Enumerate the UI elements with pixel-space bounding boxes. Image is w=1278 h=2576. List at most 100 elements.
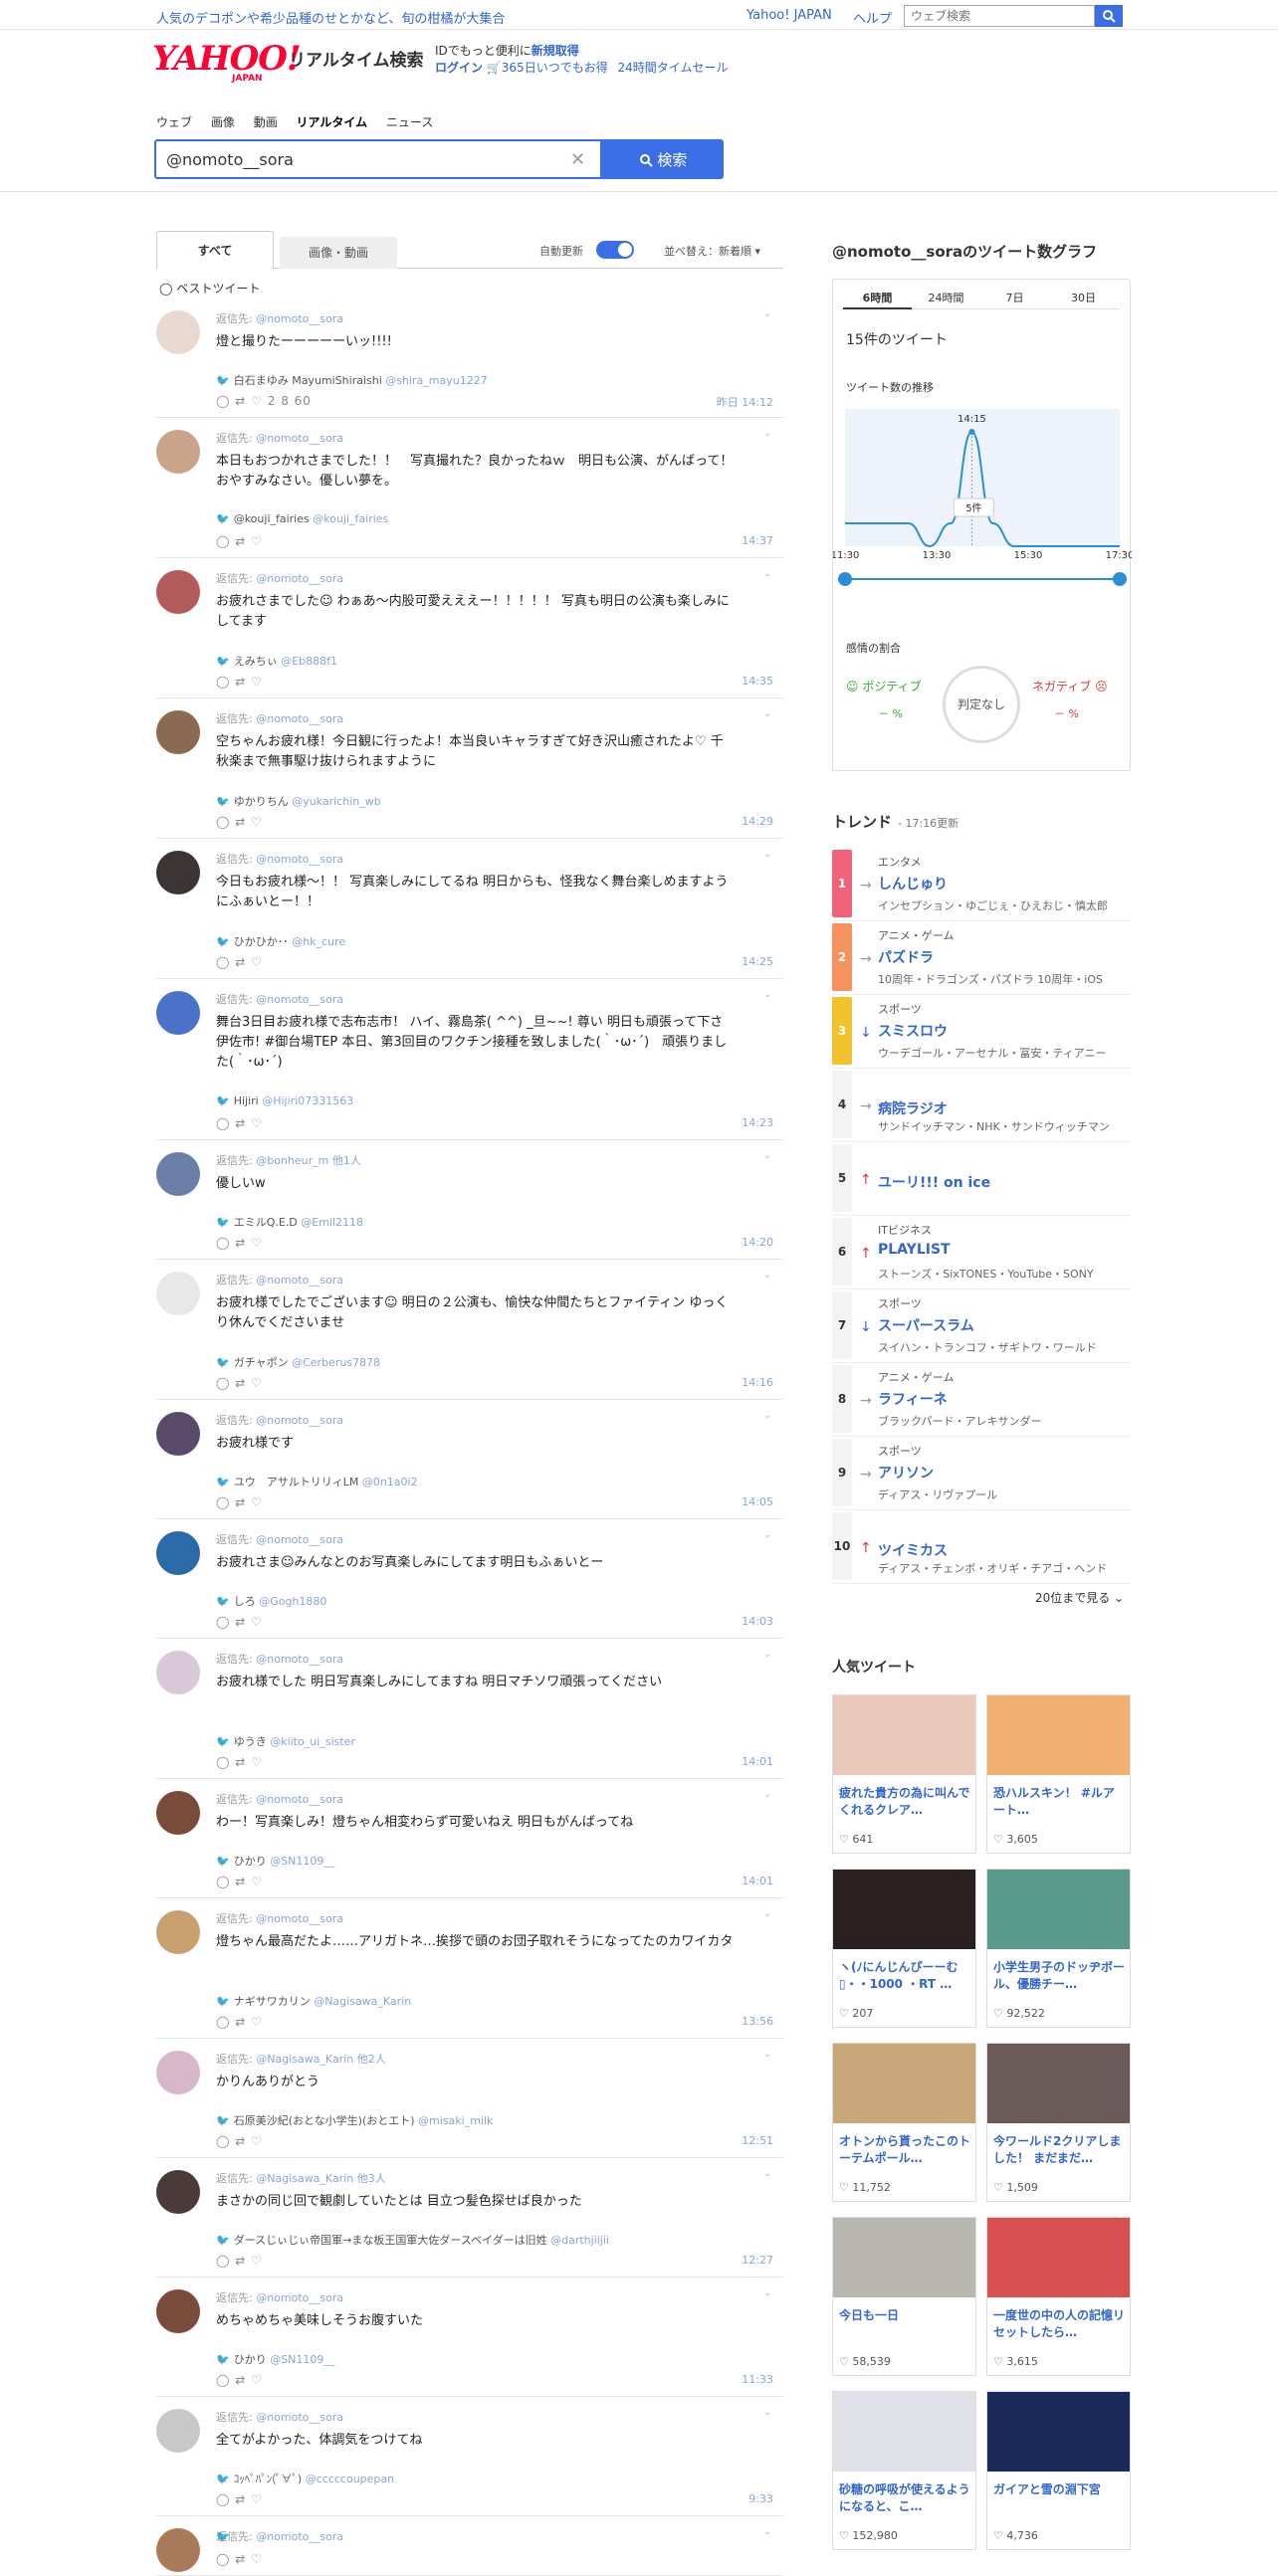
tweet-time[interactable]: 14:01 bbox=[742, 1875, 773, 1887]
nav-realtime[interactable]: リアルタイム bbox=[297, 115, 368, 129]
reply-target[interactable]: @nomoto__sora bbox=[256, 853, 343, 866]
popular-tweet-title[interactable]: 砂糖の呼吸が使えるようになると、こ… bbox=[839, 2481, 971, 2515]
tweet-author[interactable]: 🐦 石原美沙紀(おとな小学生)(おとエト) @misaki_milk bbox=[216, 2112, 493, 2128]
popular-tweet-card[interactable]: ヽ(ﾉにんじんぴーーむ ︎▯・・1000︎ ・RT … ♡ 207 bbox=[832, 1869, 976, 2028]
tweet-author[interactable]: 🐦 bbox=[216, 2530, 234, 2543]
tweet-item[interactable]: 返信先: @nomoto__sora ⌄ めちゃめちゃ美味しそうお腹すいた 🐦 ひ… bbox=[156, 2278, 783, 2397]
trend-word[interactable]: ツイミカス bbox=[878, 1540, 948, 1560]
popular-tweet-card[interactable]: オトンから貰ったこのトーテムポール… ♡ 11,752 bbox=[832, 2043, 976, 2202]
popular-tweet-card[interactable]: 今ワールド2クリアしました！ まだまだ… ♡ 1,509 bbox=[986, 2043, 1131, 2202]
tweet-author[interactable]: 🐦 ユウ アサルトリリィLM @0n1a0i2 bbox=[216, 1474, 418, 1489]
retweet-icon[interactable]: ⇄ bbox=[235, 1116, 246, 1130]
popular-tweet-title[interactable]: 小学生男子のドッヂボール、優勝チー… bbox=[993, 1959, 1126, 1993]
trend-word[interactable]: スーパースラム bbox=[878, 1315, 974, 1335]
realtime-search-input[interactable] bbox=[154, 139, 602, 179]
tweet-item[interactable]: 返信先: @nomoto__sora ⌄ お疲れ様でした 明日写真楽しみにしてま… bbox=[156, 1639, 783, 1779]
tweet-author[interactable]: 🐦 しろ @Gogh1880 bbox=[216, 1593, 326, 1609]
popular-tweet-card[interactable]: 今日も一日 ♡ 58,539 bbox=[832, 2217, 976, 2376]
like-icon[interactable]: ♡ bbox=[251, 675, 263, 689]
trend-word[interactable]: しんじゅり bbox=[878, 874, 948, 893]
reply-icon[interactable]: ◯ bbox=[216, 1755, 230, 1769]
tweet-author[interactable]: 🐦 ひかり @SN1109__ bbox=[216, 1853, 334, 1869]
trend-word[interactable]: ラフィーネ bbox=[878, 1389, 948, 1409]
reply-icon[interactable]: ◯ bbox=[216, 955, 230, 969]
tweet-time[interactable]: 14:29 bbox=[742, 815, 773, 828]
period-24h[interactable]: 24時間 bbox=[912, 288, 980, 309]
trend-item[interactable]: 4 → 病院ラジオ サンドイッチマン・NHK・サンドウィッチマン bbox=[832, 1069, 1131, 1142]
range-handle-right[interactable] bbox=[1113, 572, 1127, 586]
nav-news[interactable]: ニュース bbox=[386, 115, 433, 129]
popular-tweet-image[interactable] bbox=[987, 2218, 1130, 2297]
chevron-down-icon[interactable]: ⌄ bbox=[763, 2168, 771, 2179]
popular-tweet-image[interactable] bbox=[987, 1870, 1130, 1949]
tweet-time[interactable]: 14:20 bbox=[742, 1236, 773, 1249]
trend-item[interactable]: 6 ↑ ITビジネス PLAYLIST ストーンズ・SixTONES・YouTu… bbox=[832, 1216, 1131, 1289]
popular-tweet-image[interactable] bbox=[987, 2044, 1130, 2123]
popular-tweet-title[interactable]: ヽ(ﾉにんじんぴーーむ ︎▯・・1000︎ ・RT … bbox=[839, 1959, 971, 1993]
avatar[interactable] bbox=[156, 1651, 200, 1694]
reply-icon[interactable]: ◯ bbox=[216, 1116, 230, 1130]
avatar[interactable] bbox=[156, 1412, 200, 1456]
reply-icon[interactable]: ◯ bbox=[216, 1875, 230, 1888]
chevron-down-icon[interactable]: ⌄ bbox=[763, 1649, 771, 1660]
tweet-time[interactable]: 14:35 bbox=[742, 675, 773, 688]
promo-link[interactable]: 人気のデコポンや希少品種のせとかなど、旬の柑橘が大集合 bbox=[156, 8, 505, 27]
avatar[interactable] bbox=[156, 2289, 200, 2333]
reply-target[interactable]: @nomoto__sora bbox=[256, 432, 343, 445]
tweet-item[interactable]: 返信先: @nomoto__sora ⌄ わー！写真楽しみ！燈ちゃん相変わらず可… bbox=[156, 1779, 783, 1898]
reply-target[interactable]: @nomoto__sora bbox=[256, 1793, 343, 1806]
chevron-down-icon[interactable]: ⌄ bbox=[763, 568, 771, 579]
popular-tweet-title[interactable]: ガイアと雪の淵下宮 bbox=[993, 2481, 1126, 2498]
retweet-icon[interactable]: ⇄ bbox=[235, 534, 246, 548]
avatar[interactable] bbox=[156, 2051, 200, 2094]
tweet-author[interactable]: 🐦 ひかひか･･ @hk_cure bbox=[216, 933, 345, 949]
tweet-time[interactable]: 昨日 14:12 bbox=[717, 394, 773, 410]
trend-item[interactable]: 8 → アニメ・ゲーム ラフィーネ ブラックパード・アレキサンダー bbox=[832, 1363, 1131, 1437]
trend-item[interactable]: 2 → アニメ・ゲーム パズドラ 10周年・ドラゴンズ・パズドラ 10周年・iO… bbox=[832, 921, 1131, 995]
tweet-time[interactable]: 12:51 bbox=[742, 2134, 773, 2147]
popular-tweet-title[interactable]: 今ワールド2クリアしました！ まだまだ… bbox=[993, 2133, 1126, 2167]
avatar[interactable] bbox=[156, 2409, 200, 2453]
chevron-down-icon[interactable]: ⌄ bbox=[763, 1270, 771, 1281]
trend-word[interactable]: アリソン bbox=[878, 1463, 934, 1483]
tweet-item[interactable]: 返信先: @Nagisawa_Karin 他3人 ⌄ まさかの同じ回で観劇してい… bbox=[156, 2158, 783, 2278]
tweet-author[interactable]: 🐦 ひかり @SN1109__ bbox=[216, 2351, 334, 2367]
retweet-icon[interactable]: ⇄ bbox=[235, 2134, 246, 2148]
avatar[interactable] bbox=[156, 2170, 200, 2214]
auto-update-toggle[interactable] bbox=[596, 241, 634, 259]
trend-word[interactable]: PLAYLIST bbox=[878, 1242, 951, 1258]
trend-item[interactable]: 3 ↓ スポーツ スミスロウ ウーデゴール・アーセナル・冨安・ティアニー bbox=[832, 995, 1131, 1069]
reply-target[interactable]: @Nagisawa_Karin 他2人 bbox=[256, 2053, 386, 2066]
popular-tweet-image[interactable] bbox=[833, 2392, 975, 2472]
popular-tweet-image[interactable] bbox=[833, 1695, 975, 1775]
popular-tweet-card[interactable]: 疲れた貴方の為に叫んでくれるクレア… ♡ 641 bbox=[832, 1694, 976, 1854]
chevron-down-icon[interactable]: ⌄ bbox=[763, 1529, 771, 1540]
retweet-icon[interactable]: ⇄ bbox=[235, 815, 246, 829]
retweet-icon[interactable]: ⇄ bbox=[235, 2492, 246, 2506]
reply-target[interactable]: @nomoto__sora bbox=[256, 572, 343, 585]
like-icon[interactable]: ♡ bbox=[251, 1615, 263, 1629]
trend-word[interactable]: ユーリ!!! on ice bbox=[878, 1172, 990, 1192]
new-account-link[interactable]: 新規取得 bbox=[532, 44, 579, 58]
tweet-time[interactable]: 14:25 bbox=[742, 955, 773, 968]
reply-target[interactable]: @nomoto__sora bbox=[256, 2411, 343, 2424]
retweet-icon[interactable]: ⇄ bbox=[235, 1615, 246, 1629]
reply-icon[interactable]: ◯ bbox=[216, 1615, 230, 1629]
tweet-item[interactable]: 返信先: @bonheur_m 他1人 ⌄ 優しいw 🐦 エミルQ.E.D @Em… bbox=[156, 1140, 783, 1260]
reply-target[interactable]: @nomoto__sora bbox=[256, 1912, 343, 1925]
tweet-author[interactable]: 🐦 ガチャポン @Cerberus7878 bbox=[216, 1354, 380, 1370]
reply-target[interactable]: @Nagisawa_Karin 他3人 bbox=[256, 2172, 386, 2185]
reply-icon[interactable]: ◯ bbox=[216, 1236, 230, 1250]
retweet-icon[interactable]: ⇄ bbox=[235, 1755, 246, 1769]
trend-item[interactable]: 7 ↓ スポーツ スーパースラム スイハン・トランコフ・ザギトワ・ワールド bbox=[832, 1289, 1131, 1363]
tweet-time[interactable]: 14:03 bbox=[742, 1615, 773, 1628]
popular-tweet-image[interactable] bbox=[833, 1870, 975, 1949]
reply-icon[interactable]: ◯ bbox=[216, 394, 230, 408]
tweet-item[interactable]: 返信先: @nomoto__sora ⌄ お疲れ様です 🐦 ユウ アサルトリリィL… bbox=[156, 1400, 783, 1519]
retweet-icon[interactable]: ⇄ bbox=[235, 1236, 246, 1250]
tweet-author[interactable]: 🐦 ゆうき @kiito_ui_sister bbox=[216, 1733, 355, 1749]
tweet-time[interactable]: 14:01 bbox=[742, 1755, 773, 1768]
reply-target[interactable]: @nomoto__sora bbox=[256, 312, 343, 325]
reply-icon[interactable]: ◯ bbox=[216, 2373, 230, 2387]
tweet-item[interactable]: 返信先: @nomoto__sora ⌄ 舞台3日目お疲れ様で志布志市！ ハイ、… bbox=[156, 979, 783, 1140]
